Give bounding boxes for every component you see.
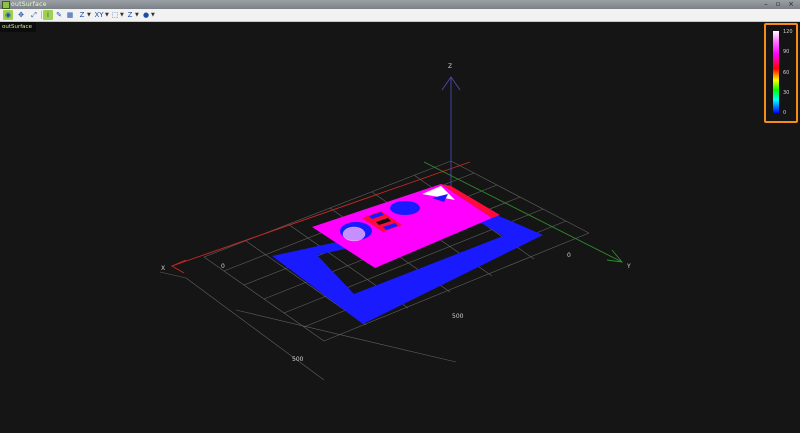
window-title: outSurface [11, 1, 47, 8]
cube-dropdown-icon[interactable]: ▼ [120, 10, 124, 20]
legend-tick-90: 90 [783, 49, 790, 55]
tick-500-a: 500 [452, 313, 464, 320]
pan-view-button[interactable]: ✥ [16, 10, 26, 20]
z-scale-dropdown-icon[interactable]: ▼ [87, 10, 91, 20]
color-scale-legend: 120 90 60 30 0 [764, 23, 798, 123]
z-scale-button[interactable]: Z [77, 10, 87, 20]
xy-projection-button[interactable]: XY [93, 10, 105, 20]
z-axis-button[interactable]: Z [125, 10, 135, 20]
floor-grid [159, 160, 590, 381]
pick-button[interactable]: ✎ [54, 10, 64, 20]
legend-tick-60: 60 [783, 70, 790, 76]
tick-500-b: 500 [292, 356, 304, 363]
z-axis-label: Z [448, 63, 452, 70]
toolbar-separator [41, 11, 42, 19]
tick-origin-right: 0 [567, 252, 571, 259]
title-bar: outSurface – ▫ × [0, 0, 800, 9]
3d-viewport[interactable]: X Y Z 0 0 500 500 [0, 22, 800, 433]
render-mode-button[interactable]: ▦ [65, 10, 75, 20]
toolbar: ◉ ✥ ⤢ i ✎ ▦ Z ▼ XY ▼ ⬚ ▼ Z ▼ ● ▼ [0, 9, 800, 22]
y-axis-label: Y [626, 263, 631, 270]
color-scale-bar [773, 31, 779, 113]
x-axis-label: X [161, 265, 165, 272]
app-icon [2, 1, 10, 9]
info-button[interactable]: i [43, 10, 53, 20]
point-style-button[interactable]: ● [141, 10, 151, 20]
z-axis-dropdown-icon[interactable]: ▼ [135, 10, 139, 20]
cube-view-button[interactable]: ⬚ [110, 10, 120, 20]
xy-dropdown-icon[interactable]: ▼ [105, 10, 109, 20]
close-button[interactable]: × [785, 0, 797, 9]
tick-origin-left: 0 [221, 263, 225, 270]
zoom-view-button[interactable]: ⤢ [29, 10, 39, 20]
blue-disc-center [390, 201, 420, 215]
maximize-button[interactable]: ▫ [772, 0, 784, 9]
point-style-dropdown-icon[interactable]: ▼ [151, 10, 155, 20]
mesh-dome [342, 226, 366, 242]
rotate-view-button[interactable]: ◉ [3, 10, 13, 20]
legend-tick-120: 120 [783, 29, 793, 35]
minimize-button[interactable]: – [760, 0, 772, 9]
legend-tick-30: 30 [783, 90, 790, 96]
legend-tick-0: 0 [783, 110, 787, 116]
